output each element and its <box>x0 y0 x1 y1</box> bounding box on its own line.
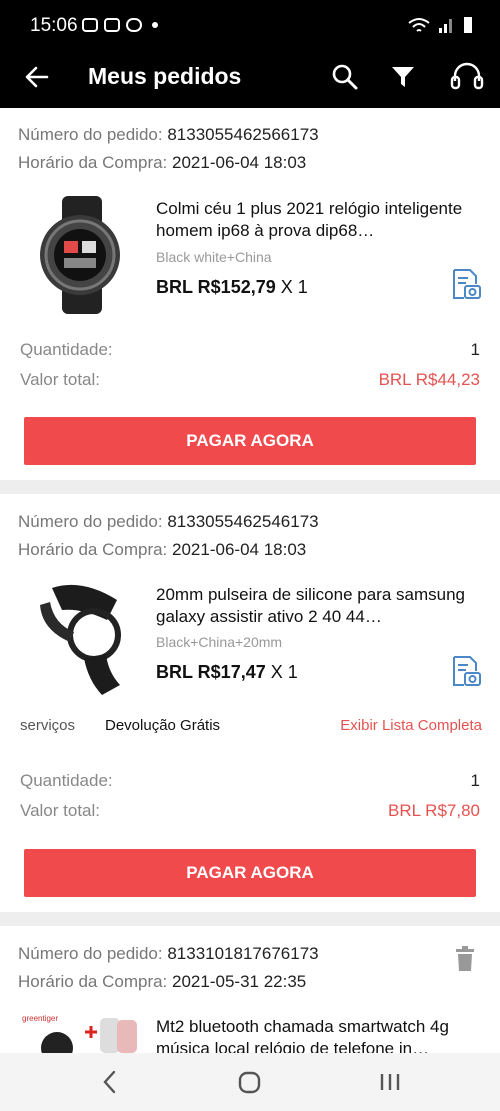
battery-icon <box>464 17 472 33</box>
product-price-line: BRL R$152,79 X 1 <box>156 277 308 298</box>
product-image-smartwatch[interactable] <box>22 196 140 314</box>
order-number-line: Número do pedido: 8133055462546173 <box>18 512 319 532</box>
product-image-smartwatch[interactable]: greentiger <box>22 1012 140 1053</box>
purchase-time-line: Horário da Compra: 2021-06-04 18:03 <box>18 540 306 560</box>
invoice-document-icon[interactable] <box>450 655 482 687</box>
order-number-label: Número do pedido: <box>18 125 163 144</box>
purchase-time: 2021-06-04 18:03 <box>172 153 307 172</box>
search-icon[interactable] <box>330 62 360 92</box>
purchase-time-line: Horário da Compra: 2021-06-04 18:03 <box>18 153 306 173</box>
total-value: BRL R$44,23 <box>378 370 480 389</box>
total-label: Valor total: <box>20 801 101 820</box>
purchase-time-line: Horário da Compra: 2021-05-31 22:35 <box>18 972 306 992</box>
wifi-icon <box>408 18 430 32</box>
product-variant: Black+China+20mm <box>156 634 283 650</box>
message-icon <box>104 18 120 32</box>
nav-home-icon[interactable] <box>236 1068 264 1096</box>
purchase-time-label: Horário da Compra: <box>18 153 168 172</box>
invoice-document-icon[interactable] <box>450 268 482 300</box>
back-arrow-icon[interactable] <box>22 62 52 92</box>
incognito-icon <box>82 18 98 32</box>
purchase-time-label: Horário da Compra: <box>18 972 168 991</box>
dot-icon <box>152 22 158 28</box>
delete-trash-icon[interactable] <box>454 946 476 972</box>
status-system-icons <box>408 16 474 34</box>
quantity-row: Quantidade: 1 <box>20 771 480 791</box>
product-price-line: BRL R$17,47 X 1 <box>156 662 298 683</box>
view-full-list-link[interactable]: Exibir Lista Completa <box>340 717 482 734</box>
quantity-value: 1 <box>470 771 480 790</box>
pay-now-button[interactable]: PAGAR AGORA <box>24 417 476 465</box>
pay-now-button[interactable]: PAGAR AGORA <box>24 849 476 897</box>
order-number: 8133055462546173 <box>167 512 319 531</box>
nav-back-icon[interactable] <box>98 1068 122 1096</box>
total-value: BRL R$7,80 <box>388 801 480 820</box>
purchase-time: 2021-06-04 18:03 <box>172 540 307 559</box>
product-qty: X 1 <box>270 662 298 682</box>
section-divider <box>0 912 500 926</box>
product-title[interactable]: Colmi céu 1 plus 2021 relógio inteligent… <box>156 198 481 242</box>
order-number: 8133101817676173 <box>167 944 319 963</box>
page-title: Meus pedidos <box>88 63 242 89</box>
order-number-label: Número do pedido: <box>18 512 163 531</box>
product-image-watch-strap[interactable] <box>22 580 140 698</box>
quantity-label: Quantidade: <box>20 340 113 359</box>
services-label: serviços <box>20 717 76 734</box>
total-row: Valor total: BRL R$44,23 <box>20 370 480 390</box>
system-navigation-bar <box>0 1053 500 1111</box>
product-variant: Black white+China <box>156 249 272 265</box>
order-number-line: Número do pedido: 8133055462566173 <box>18 125 319 145</box>
order-number-label: Número do pedido: <box>18 944 163 963</box>
product-title[interactable]: 20mm pulseira de silicone para samsung g… <box>156 584 481 628</box>
total-row: Valor total: BRL R$7,80 <box>20 801 480 821</box>
product-qty: X 1 <box>280 277 308 297</box>
dz-icon <box>126 18 142 32</box>
status-time: 15:06 <box>30 15 78 36</box>
product-price: BRL R$17,47 <box>156 662 266 682</box>
quantity-label: Quantidade: <box>20 771 113 790</box>
headset-support-icon[interactable] <box>450 62 484 92</box>
nav-recents-icon[interactable] <box>376 1068 404 1096</box>
status-notification-icons <box>82 18 158 32</box>
product-price: BRL R$152,79 <box>156 277 276 297</box>
quantity-row: Quantidade: 1 <box>20 340 480 360</box>
services-row: serviços Devolução Grátis Exibir Lista C… <box>20 717 482 734</box>
order-number-line: Número do pedido: 8133101817676173 <box>18 944 319 964</box>
quantity-value: 1 <box>470 340 480 359</box>
order-number: 8133055462566173 <box>167 125 319 144</box>
status-bar: 15:06 <box>0 0 500 52</box>
product-title[interactable]: Mt2 bluetooth chamada smartwatch 4g músi… <box>156 1016 481 1053</box>
signal-icon <box>439 19 452 33</box>
purchase-time-label: Horário da Compra: <box>18 540 168 559</box>
filter-icon[interactable] <box>388 62 418 92</box>
total-label: Valor total: <box>20 370 101 389</box>
purchase-time: 2021-05-31 22:35 <box>172 972 307 991</box>
product-image-brand: greentiger <box>22 1014 58 1023</box>
free-return-text: Devolução Grátis <box>105 717 221 734</box>
app-bar: Meus pedidos <box>0 52 500 108</box>
section-divider <box>0 480 500 494</box>
